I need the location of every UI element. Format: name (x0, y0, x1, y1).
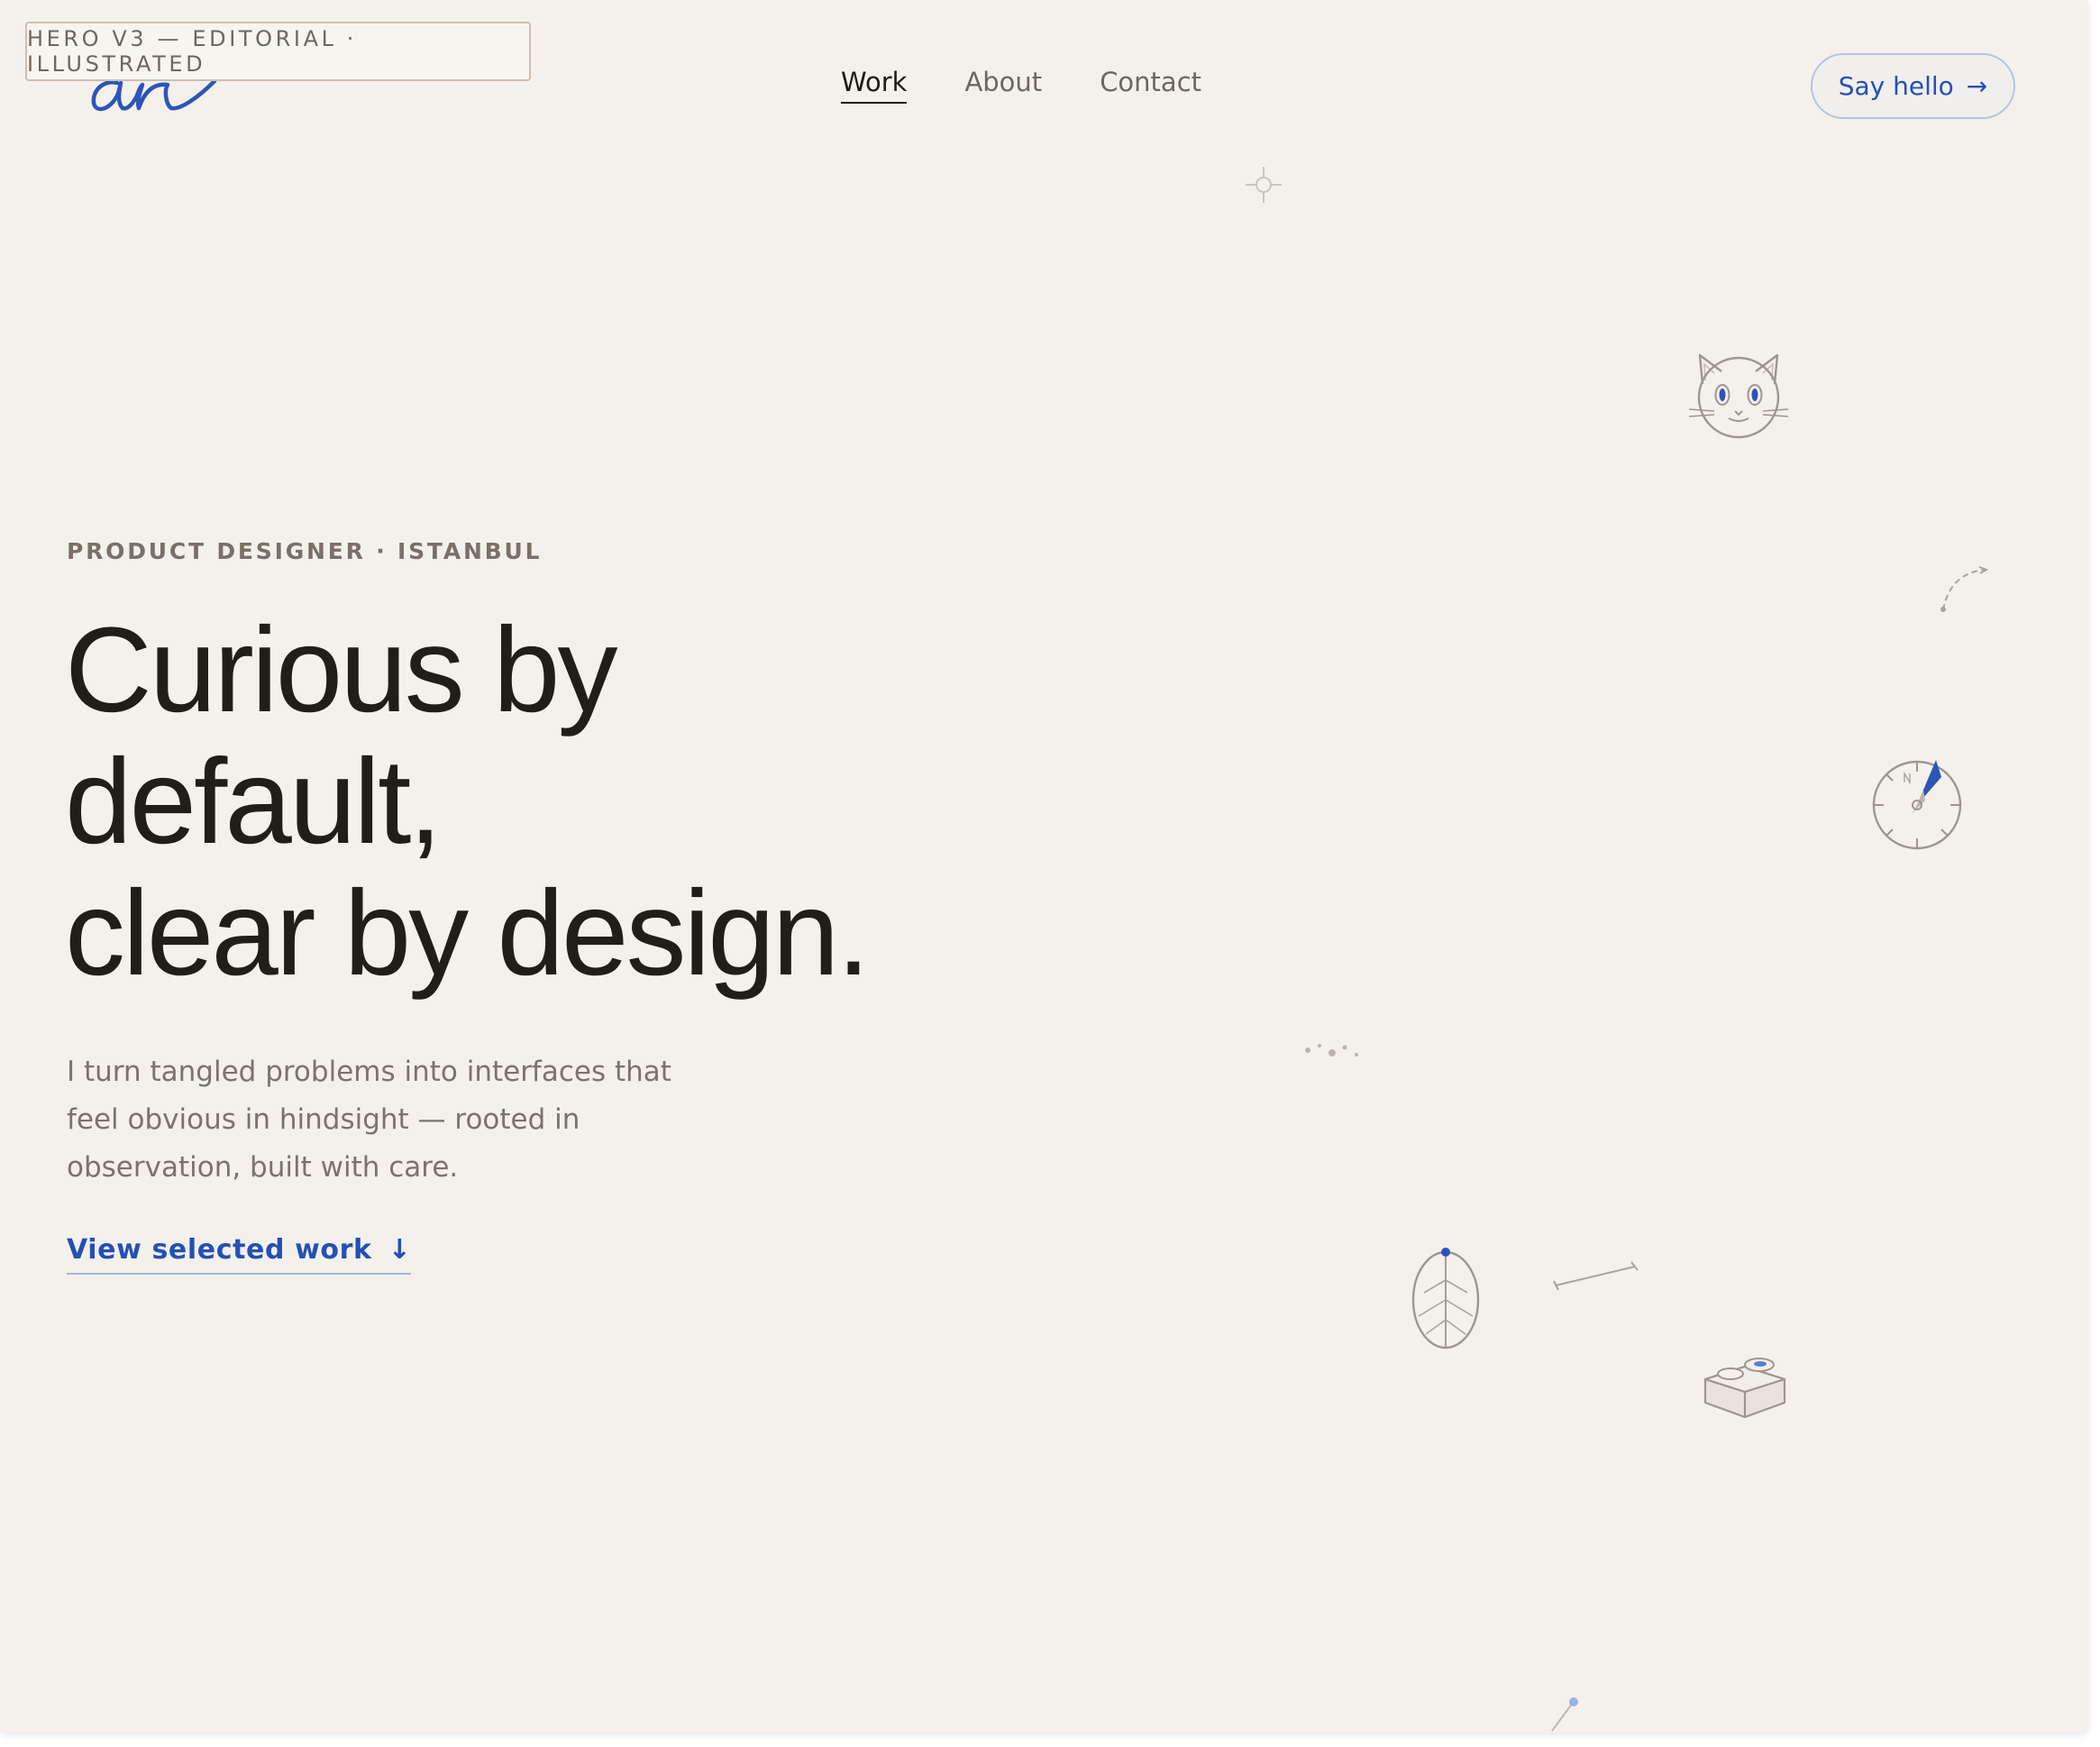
crosshair-icon (1246, 167, 1282, 203)
hero-subtext: I turn tangled problems into interfaces … (67, 1048, 698, 1192)
main-nav: Work About Contact (841, 67, 1201, 104)
subtext-line: I turn tangled problems into interfaces … (67, 1056, 671, 1088)
nav-item-about[interactable]: About (964, 67, 1042, 104)
dashed-arrow-icon (1940, 566, 1989, 612)
box-icon (1703, 1358, 1786, 1419)
compass-icon (1872, 760, 1962, 850)
cat-icon (1688, 353, 1789, 439)
say-hello-button[interactable]: Say hello → (1811, 53, 2015, 119)
arrow-right-icon: → (1966, 71, 1988, 101)
line-icon (1553, 1261, 1639, 1291)
headline-line: clear by design. (65, 866, 871, 1001)
subtext-line: observation, built with care. (67, 1151, 459, 1184)
leaf-icon (1411, 1248, 1480, 1349)
nav-item-work[interactable]: Work (841, 67, 908, 104)
pin-icon (1551, 1697, 1578, 1732)
dots-icon (1305, 1044, 1358, 1056)
version-tag: HERO V3 — EDITORIAL · ILLUSTRATED (25, 22, 531, 81)
view-selected-work-link[interactable]: View selected work ↓ (67, 1234, 412, 1275)
nav-item-contact[interactable]: Contact (1100, 67, 1201, 104)
headline-line: default, (65, 735, 443, 869)
view-selected-work-label: View selected work (67, 1234, 372, 1266)
hero-headline: Curious by default, clear by design. (65, 603, 871, 1001)
hero-page: HERO V3 — EDITORIAL · ILLUSTRATED Work A… (0, 0, 2087, 1733)
headline-line: Curious by (65, 603, 617, 737)
hero-eyebrow: PRODUCT DESIGNER · ISTANBUL (67, 538, 543, 564)
arrow-down-icon: ↓ (388, 1234, 412, 1266)
subtext-line: feel obvious in hindsight — rooted in (67, 1103, 580, 1136)
say-hello-label: Say hello (1838, 71, 1954, 101)
